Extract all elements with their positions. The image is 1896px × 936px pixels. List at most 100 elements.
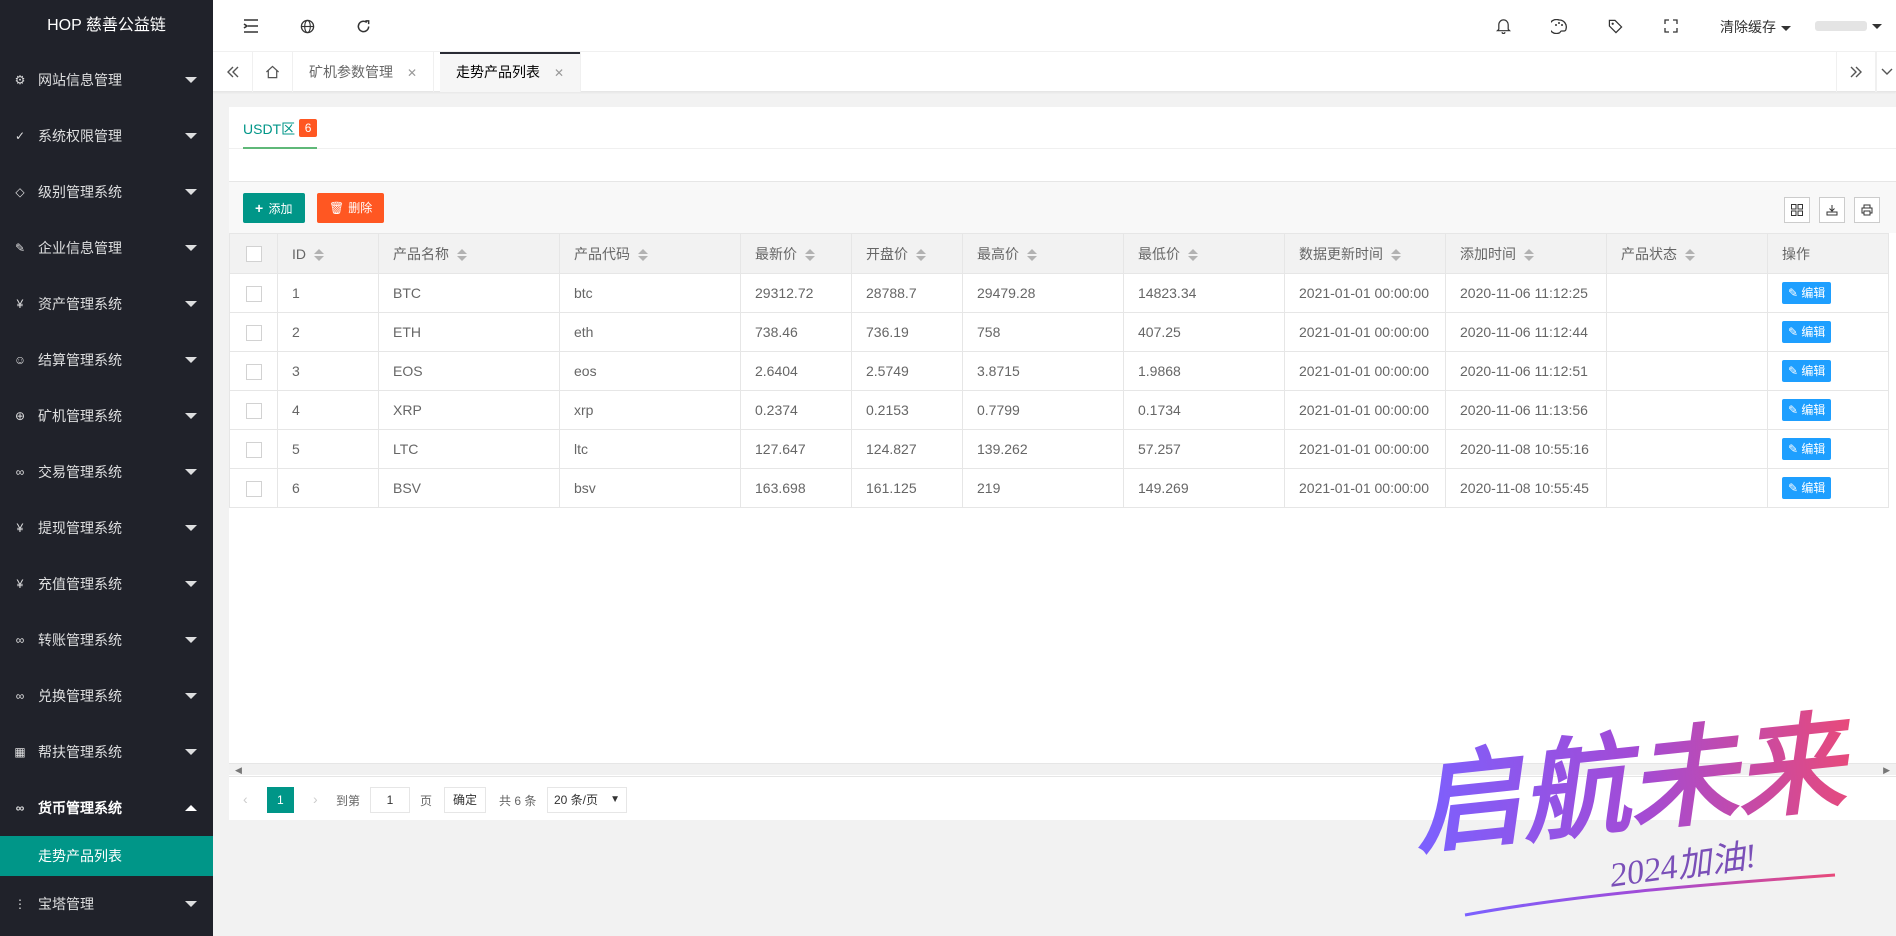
sidebar-item[interactable]: ⋮ 宝塔管理 [0,876,213,932]
edit-button[interactable]: ✎ 编辑 [1782,399,1832,421]
user-menu[interactable] [1815,17,1882,33]
tabs-menu-chevron-icon[interactable] [1876,52,1896,92]
sidebar-item[interactable]: ⚙ 网站信息管理 [0,52,213,108]
table-row[interactable]: 2 ETH eth 738.46 736.19 758 407.25 2021-01-01 0… [229,312,1889,352]
tab-trend-products[interactable]: 走势产品列表 ✕ [440,52,582,92]
next-page-icon[interactable]: › [313,791,318,807]
chevron-down-icon [185,525,197,531]
table-row[interactable]: 3 EOS eos 2.6404 2.5749 3.8715 1.9868 2021-01-0… [229,351,1889,391]
edit-button[interactable]: ✎ 编辑 [1782,321,1832,343]
tabs-scroll-left-icon[interactable] [213,52,253,92]
add-button[interactable]: + 添加 [243,193,305,223]
tabs-scroll-right-icon[interactable] [1836,52,1876,92]
close-icon[interactable]: ✕ [407,66,417,80]
tab-mining-params[interactable]: 矿机参数管理 ✕ [293,52,435,92]
sort-icon[interactable] [1188,248,1198,261]
row-checkbox[interactable] [245,363,262,380]
col-header-high[interactable]: 最高价 [962,233,1124,274]
goto-confirm-button[interactable]: 确定 [444,787,487,813]
table-cell: 2 [277,312,379,352]
sort-icon[interactable] [638,248,648,261]
sidebar-item-label: 系统权限管理 [38,128,122,144]
per-page-select[interactable]: 20 条/页 ▼ [547,787,627,813]
sort-icon[interactable] [457,248,467,261]
menu-item-icon: ¥ [16,297,24,311]
sidebar-item[interactable]: ¥ 充值管理系统 [0,556,213,612]
page-1-button[interactable]: 1 [267,787,294,813]
close-icon[interactable]: ✕ [554,66,564,80]
sort-icon[interactable] [1027,248,1037,261]
prev-page-icon[interactable]: ‹ [243,791,248,807]
col-header-last[interactable]: 最新价 [740,233,852,274]
table-cell: 3.8715 [962,351,1124,391]
row-select-cell [229,312,278,352]
row-checkbox[interactable] [245,285,262,302]
row-checkbox[interactable] [245,480,262,497]
col-header-updated[interactable]: 数据更新时间 [1284,233,1446,274]
menu-item-icon: ⊕ [14,409,26,423]
chevron-down-icon [185,301,197,307]
col-header-status[interactable]: 产品状态 [1606,233,1768,274]
scroll-left-arrow-icon[interactable]: ◀ [235,765,242,776]
row-select-cell [229,429,278,469]
sort-icon[interactable] [1685,248,1695,261]
globe-icon[interactable] [297,16,317,36]
edit-button[interactable]: ✎ 编辑 [1782,477,1832,499]
sidebar-item[interactable]: ∞ 兑换管理系统 [0,668,213,724]
edit-button[interactable]: ✎ 编辑 [1782,360,1832,382]
sort-icon[interactable] [805,248,815,261]
table-row[interactable]: 6 BSV bsv 163.698 161.125 219 149.269 2021-01-0… [229,468,1889,508]
clear-cache-dropdown[interactable]: 清除缓存 [1720,17,1791,37]
edit-button[interactable]: ✎ 编辑 [1782,438,1832,460]
sidebar-item[interactable]: ∞ 转账管理系统 [0,612,213,668]
home-icon[interactable] [253,52,293,92]
col-header-added[interactable]: 添加时间 [1445,233,1607,274]
select-all-checkbox[interactable] [245,246,262,263]
col-header-name[interactable]: 产品名称 [378,233,560,274]
bell-icon[interactable] [1493,16,1513,36]
tag-icon[interactable] [1605,16,1625,36]
sort-icon[interactable] [916,248,926,261]
columns-filter-icon[interactable] [1784,197,1810,223]
submenu: 走势产品列表 [0,836,213,876]
row-checkbox[interactable] [245,324,262,341]
row-checkbox[interactable] [245,402,262,419]
theme-palette-icon[interactable] [1549,16,1569,36]
sidebar-item[interactable]: ∞ 货币管理系统 [0,780,213,836]
delete-button[interactable]: 🗑 删除 [317,193,385,223]
sidebar-subitem-trend-products[interactable]: 走势产品列表 [0,836,213,876]
sidebar-item[interactable]: ◇ 级别管理系统 [0,164,213,220]
col-header-open[interactable]: 开盘价 [851,233,963,274]
col-header-low[interactable]: 最低价 [1123,233,1285,274]
sidebar-item[interactable]: ▦ 帮扶管理系统 [0,724,213,780]
sidebar-item[interactable]: ¥ 提现管理系统 [0,500,213,556]
sidebar-item[interactable]: ✓ 系统权限管理 [0,108,213,164]
sort-icon[interactable] [1391,248,1401,261]
col-header-id[interactable]: ID [277,233,379,274]
goto-page-input[interactable]: 1 [370,787,410,813]
col-header-code[interactable]: 产品代码 [559,233,741,274]
table-cell: 29479.28 [962,273,1124,313]
sidebar-item[interactable]: ✎ 企业信息管理 [0,220,213,276]
table-row[interactable]: 5 LTC ltc 127.647 124.827 139.262 57.257 2021-0… [229,429,1889,469]
tab-usdt-zone[interactable]: USDT区 6 [243,119,318,149]
sidebar-item[interactable]: ☺ 结算管理系统 [0,332,213,388]
scroll-right-arrow-icon[interactable]: ▶ [1883,765,1890,776]
refresh-icon[interactable] [353,16,373,36]
app-logo[interactable]: HOP 慈善公益链 [0,0,213,52]
print-icon[interactable] [1854,197,1880,223]
menu-toggle-icon[interactable] [241,16,261,36]
sidebar-item[interactable]: ⊕ 矿机管理系统 [0,388,213,444]
sidebar-item[interactable]: ∞ 交易管理系统 [0,444,213,500]
sidebar-item[interactable]: ¥ 资产管理系统 [0,276,213,332]
fullscreen-icon[interactable] [1661,16,1681,36]
sort-icon[interactable] [314,248,324,261]
sort-icon[interactable] [1524,248,1534,261]
row-checkbox[interactable] [245,441,262,458]
export-icon[interactable] [1819,197,1845,223]
status-cell [1606,273,1768,313]
horizontal-scrollbar[interactable]: ◀ ▶ [229,763,1896,775]
edit-button[interactable]: ✎ 编辑 [1782,282,1832,304]
table-row[interactable]: 4 XRP xrp 0.2374 0.2153 0.7799 0.1734 2021-01-0… [229,390,1889,430]
table-row[interactable]: 1 BTC btc 29312.72 28788.7 29479.28 14823.34 20… [229,273,1889,313]
